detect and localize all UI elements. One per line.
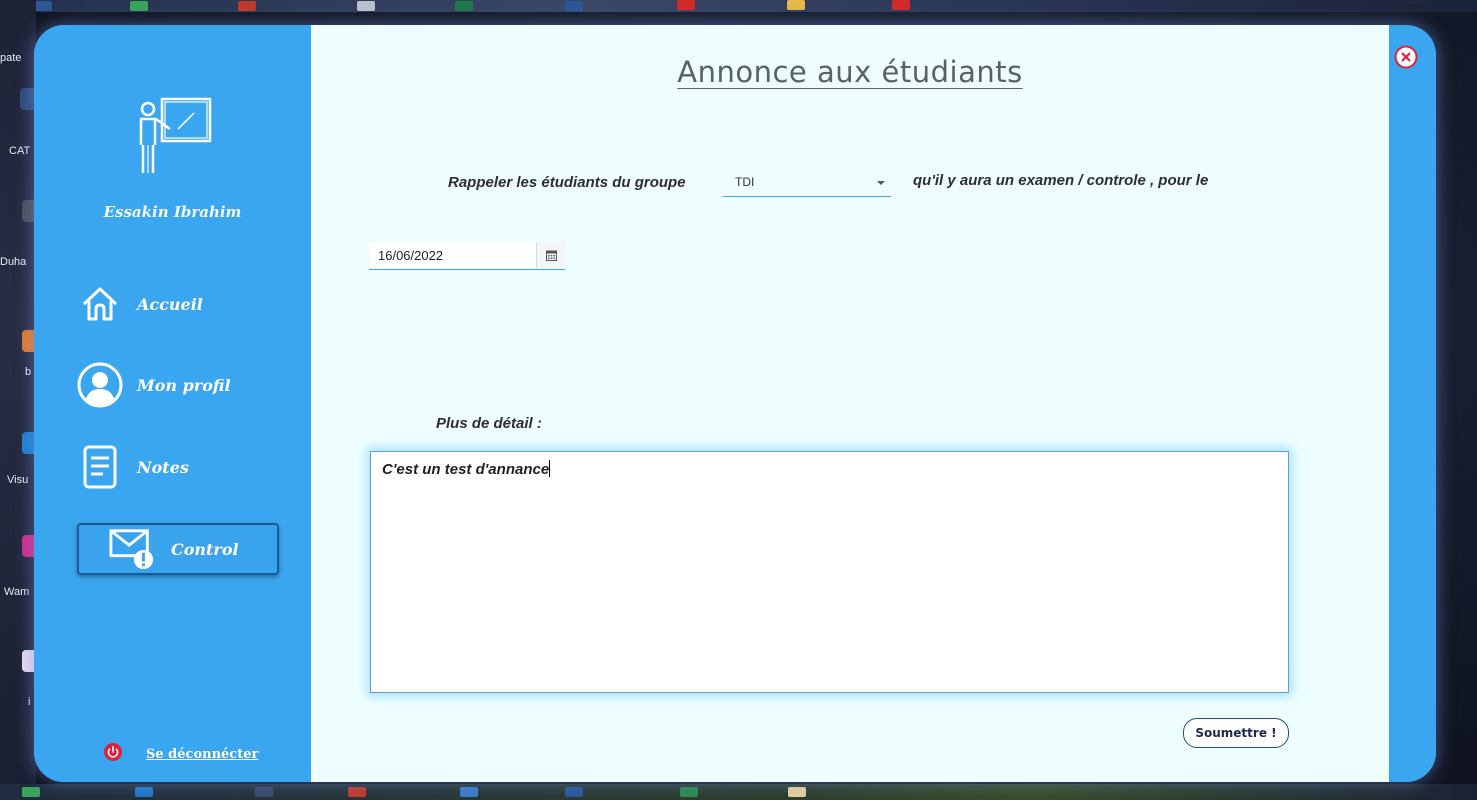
app-taskbar-icon[interactable] [238, 1, 256, 11]
sidebar-item-mon-profil[interactable]: Mon profil [77, 361, 277, 409]
sidebar-item-accueil[interactable]: Accueil [77, 280, 277, 328]
profile-icon [77, 362, 123, 408]
teacher-board-icon [134, 95, 216, 181]
sidebar-item-label: Notes [137, 457, 189, 477]
submit-button[interactable]: Soumettre ! [1183, 718, 1289, 748]
logout-label[interactable]: Se déconnécter [146, 747, 258, 762]
detail-textarea[interactable]: C'est un test d'annance [370, 451, 1289, 693]
excel-taskbar-icon[interactable] [455, 1, 473, 11]
chrome-taskbar-icon[interactable] [22, 787, 40, 797]
date-value: 16/06/2022 [378, 248, 444, 263]
detail-text: C'est un test d'annance [382, 460, 551, 478]
calendar-icon [545, 250, 557, 261]
sidebar-item-label: Accueil [137, 294, 203, 314]
app-taskbar-icon[interactable] [460, 787, 478, 797]
pdf-taskbar-icon[interactable] [892, 0, 910, 10]
app-taskbar-icon[interactable] [348, 787, 366, 797]
desktop-label: CAT [9, 145, 31, 157]
group-prompt-label: Rappeler les étudiants du groupe [448, 174, 686, 191]
page-title-text: Annonce aux étudiants [677, 55, 1023, 89]
folder-taskbar-icon[interactable] [788, 787, 806, 797]
app-window: Essakin Ibrahim Accueil Mon profil Notes… [34, 25, 1436, 782]
mail-alert-icon [109, 526, 155, 572]
sidebar: Essakin Ibrahim Accueil Mon profil Notes… [34, 25, 311, 782]
app-taskbar-icon[interactable] [130, 1, 148, 11]
exam-prompt-label: qu'il y aura un examen / controle , pour… [913, 172, 1209, 189]
chevron-down-icon [877, 181, 885, 185]
desktop-label: b [25, 366, 32, 378]
group-select[interactable]: TDI [723, 170, 891, 197]
desktop-label: Duha [0, 256, 27, 268]
word-taskbar-icon[interactable] [565, 787, 583, 797]
desktop-top-bar [0, 0, 1477, 12]
right-strip [1389, 25, 1436, 782]
group-select-value: TDI [735, 175, 755, 189]
desktop-label: i [28, 696, 31, 708]
sidebar-item-label: Mon profil [137, 375, 231, 395]
desktop-label: Visu [7, 474, 29, 486]
date-picker[interactable]: 16/06/2022 [369, 242, 565, 270]
app-taskbar-icon[interactable] [680, 787, 698, 797]
desktop-bottom-bar [0, 784, 1477, 800]
power-icon [104, 743, 122, 765]
user-name: Essakin Ibrahim [103, 203, 242, 221]
word-taskbar-icon[interactable] [34, 1, 52, 11]
logout-link[interactable]: Se déconnécter [104, 743, 258, 765]
edge-taskbar-icon[interactable] [135, 787, 153, 797]
desktop-label: pate [0, 52, 22, 64]
desktop-label: Wam [4, 586, 30, 598]
close-icon [1394, 45, 1418, 69]
app-taskbar-icon[interactable] [357, 1, 375, 11]
app-taskbar-icon[interactable] [255, 787, 273, 797]
folder-taskbar-icon[interactable] [787, 0, 805, 10]
sidebar-item-notes[interactable]: Notes [77, 443, 277, 491]
desktop-left-strip: pate CAT Duha b Visu Wam i [0, 0, 44, 800]
word-taskbar-icon[interactable] [565, 1, 583, 11]
close-button[interactable] [1393, 44, 1419, 70]
page-title: Annonce aux étudiants [311, 55, 1389, 89]
sidebar-item-control[interactable]: Control [77, 523, 279, 575]
calendar-button[interactable] [536, 242, 565, 269]
detail-label: Plus de détail : [436, 415, 542, 432]
main-content: Annonce aux étudiants Rappeler les étudi… [311, 25, 1389, 782]
pdf-taskbar-icon[interactable] [677, 0, 695, 10]
home-icon [77, 281, 123, 327]
sidebar-item-label: Control [171, 539, 239, 559]
notes-icon [77, 444, 123, 490]
